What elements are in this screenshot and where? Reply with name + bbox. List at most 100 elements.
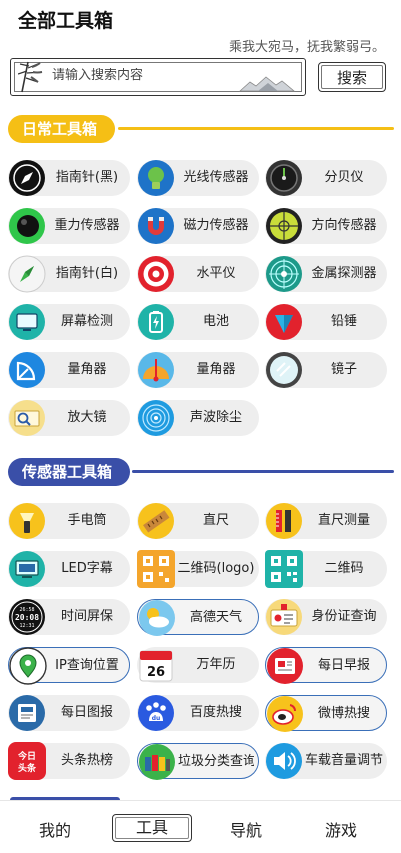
qrcode-icon (265, 550, 303, 588)
sound-wave-icon (137, 399, 175, 437)
tool-mirror[interactable]: 镜子 (265, 352, 387, 388)
tool-label: IP查询位置 (55, 658, 119, 673)
ruler-measure-icon (265, 502, 303, 540)
tool-label: 金属探测器 (311, 266, 377, 281)
tool-clock-screensaver[interactable]: 26:58 20:08 12:31 时间屏保 (8, 599, 130, 635)
light-bulb-icon (137, 159, 175, 197)
nav-tab-label: 我的 (38, 821, 71, 840)
tool-label: 磁力传感器 (183, 218, 249, 233)
nav-tab-mine[interactable]: 我的 (15, 817, 95, 841)
compass-white-icon (8, 255, 46, 293)
tool-weather[interactable]: 高德天气 (137, 599, 259, 636)
id-card-icon (265, 598, 303, 636)
tool-label: 方向传感器 (311, 218, 377, 233)
tool-label: 每日图报 (60, 705, 113, 720)
target-icon (137, 255, 175, 293)
tool-ip-location[interactable]: IP查询位置 (8, 647, 130, 685)
calendar-icon: 26 (137, 646, 175, 684)
tool-calendar[interactable]: 26 万年历 (137, 647, 259, 683)
clock-text-bottom: 12:31 (19, 623, 34, 629)
clock-text-main: 20:08 (15, 613, 39, 622)
nav-tab-games[interactable]: 游戏 (301, 817, 381, 841)
tool-magnifier[interactable]: 放大镜 (8, 400, 130, 436)
tool-weibo-hot[interactable]: 微博热搜 (265, 695, 387, 732)
tool-screen-test[interactable]: 屏幕检测 (8, 304, 130, 340)
gravity-ball-icon (8, 207, 46, 245)
tool-plumb-bob[interactable]: 铅锤 (265, 304, 387, 340)
search-box[interactable] (10, 58, 306, 96)
tool-label: 万年历 (196, 657, 236, 672)
bamboo-decoration-icon (18, 61, 43, 93)
protractor-orange-icon (137, 351, 175, 389)
tool-direction-sensor[interactable]: 方向传感器 (265, 208, 387, 244)
protractor-icon (8, 351, 46, 389)
tool-label: 车载音量调节 (305, 753, 383, 768)
nav-tab-label: 工具 (135, 818, 168, 837)
tool-decibel-meter[interactable]: 分贝仪 (265, 160, 387, 196)
tool-metal-detector[interactable]: 金属探测器 (265, 256, 387, 292)
tool-label: 指南针(白) (55, 266, 119, 281)
toutiao-icon-text-2: 头条 (18, 762, 37, 774)
tool-light-sensor[interactable]: 光线传感器 (137, 160, 259, 196)
monitor-icon (8, 303, 46, 341)
tool-compass-black[interactable]: 指南针(黑) (8, 160, 130, 196)
nav-tab-tools[interactable]: 工具 (112, 814, 192, 842)
tool-qrcode[interactable]: 二维码 (265, 550, 387, 588)
tool-protractor-2[interactable]: 量角器 (137, 352, 259, 388)
tool-label: 时间屏保 (60, 609, 113, 624)
svg-text:du: du (152, 715, 161, 722)
tool-daily-news[interactable]: 每日早报 (265, 647, 387, 684)
section-title: 传感器工具箱 (8, 458, 131, 486)
tool-flashlight[interactable]: 手电筒 (8, 503, 130, 539)
battery-icon (137, 303, 175, 341)
tool-label: 光线传感器 (183, 170, 249, 185)
tool-label: 每日早报 (317, 658, 370, 673)
calendar-day-text: 26 (147, 665, 165, 680)
nav-tab-label: 导航 (229, 821, 262, 840)
tool-label: 直尺测量 (317, 513, 370, 528)
picture-news-icon (8, 694, 46, 732)
section-title: 日常工具箱 (8, 115, 116, 143)
tool-label: 量角器 (67, 362, 107, 377)
radar-icon (265, 255, 303, 293)
tool-label: 分贝仪 (324, 170, 364, 185)
tool-picture-news[interactable]: 每日图报 (8, 695, 130, 731)
tool-ruler-measure[interactable]: 直尺测量 (265, 503, 387, 539)
location-pin-icon (9, 647, 47, 685)
tool-id-query[interactable]: 身份证查询 (265, 599, 387, 635)
tool-label: 铅锤 (330, 314, 357, 329)
tool-gravity-sensor[interactable]: 重力传感器 (8, 208, 130, 244)
ruler-icon (137, 502, 175, 540)
tool-led-subtitle[interactable]: LED字幕 (8, 551, 130, 587)
tool-label: 量角器 (196, 362, 236, 377)
search-input[interactable] (52, 68, 252, 83)
tool-label: 水平仪 (196, 266, 236, 281)
tool-toutiao-hot[interactable]: 今日 头条 头条热榜 (8, 742, 130, 780)
qrcode-logo-icon (137, 550, 175, 588)
tool-label: 指南针(黑) (55, 170, 119, 185)
baidu-icon: du (137, 694, 175, 732)
tool-trash-sort[interactable]: 垃圾分类查询 (137, 743, 259, 780)
nav-tab-navigation[interactable]: 导航 (206, 817, 286, 841)
section-divider-line (132, 470, 394, 473)
tool-label: 头条热榜 (60, 753, 113, 768)
search-button[interactable]: 搜索 (318, 62, 386, 92)
toutiao-icon: 今日 头条 (8, 742, 46, 780)
page-title: 全部工具箱 (18, 10, 114, 32)
tool-qrcode-logo[interactable]: 二维码(logo) (137, 550, 259, 588)
tool-ruler[interactable]: 直尺 (137, 503, 259, 539)
tool-battery[interactable]: 电池 (137, 304, 259, 340)
plumb-bob-icon (265, 303, 303, 341)
tool-label: 微博热搜 (317, 706, 370, 721)
clock-screen-icon: 26:58 20:08 12:31 (8, 598, 46, 636)
tool-level[interactable]: 水平仪 (137, 256, 259, 292)
tool-baidu-hot[interactable]: du 百度热搜 (137, 695, 259, 731)
tool-label: 放大镜 (67, 410, 107, 425)
tool-car-volume[interactable]: 车载音量调节 (265, 743, 387, 779)
bottom-nav-bar: 我的 工具 导航 游戏 (0, 800, 401, 853)
tool-magnetic-sensor[interactable]: 磁力传感器 (137, 208, 259, 244)
tool-protractor-1[interactable]: 量角器 (8, 352, 130, 388)
tool-sound-dust[interactable]: 声波除尘 (137, 400, 259, 436)
tool-compass-white[interactable]: 指南针(白) (8, 255, 130, 293)
crosshair-icon (265, 207, 303, 245)
